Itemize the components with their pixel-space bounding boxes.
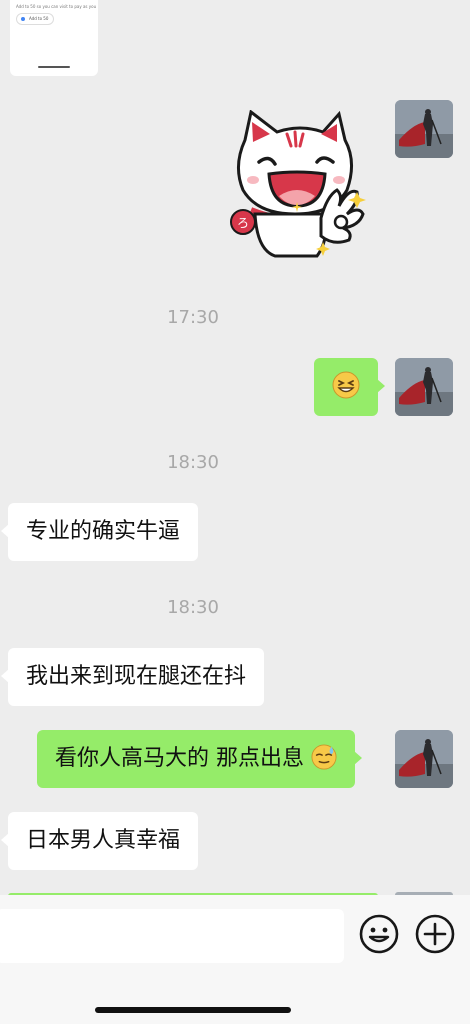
chat-screen: Add to 50 so you can visit to pay as you… [0,0,470,1024]
self-avatar[interactable] [395,358,453,416]
timestamp: 18:30 [167,452,219,473]
shared-card-chip-label: Add to 50 [29,16,49,21]
warrior-avatar-icon [395,100,453,158]
message-bubble-in[interactable]: 我出来到现在腿还在抖 [0,648,265,706]
timestamp: 17:30 [167,307,219,328]
shared-card-text: Add to 50 so you can visit to pay as you… [16,4,96,9]
emoji-button[interactable] [358,913,400,955]
message-text: 专业的确实牛逼 [26,519,181,544]
sweat-smile-emoji-icon [311,744,337,770]
warrior-avatar-icon [395,730,453,788]
svg-text:ろ: ろ [237,216,249,230]
cat-sticker-icon: ろ [230,109,366,258]
message-text: 看你人高马大的 那点出息 [55,746,304,771]
add-button[interactable] [414,913,456,955]
grinning-squint-emoji-icon [332,371,360,399]
message-text: 我出来到现在腿还在抖 [26,664,247,689]
card-divider [38,66,70,68]
message-bubble-in[interactable]: 专业的确实牛逼 [0,503,199,561]
timestamp: 18:30 [167,597,219,618]
message-input[interactable] [0,909,344,963]
shared-card-chip: Add to 50 [16,13,55,25]
shared-link-card[interactable]: Add to 50 so you can visit to pay as you… [10,0,98,76]
message-bubble-out[interactable] [314,358,385,416]
cat-ok-sticker[interactable]: ろ [225,109,375,260]
chip-dot-icon [21,17,25,21]
plus-circle-icon [415,914,455,954]
input-bar [0,895,470,1024]
home-indicator[interactable] [95,1007,291,1013]
self-avatar[interactable] [395,730,453,788]
self-avatar[interactable] [395,100,453,158]
message-bubble-in[interactable]: 日本男人真幸福 [0,812,199,870]
message-bubble-out[interactable]: 看你人高马大的 那点出息 [37,730,362,788]
message-text: 日本男人真幸福 [26,828,181,853]
warrior-avatar-icon [395,358,453,416]
emoji-smile-icon [359,914,399,954]
